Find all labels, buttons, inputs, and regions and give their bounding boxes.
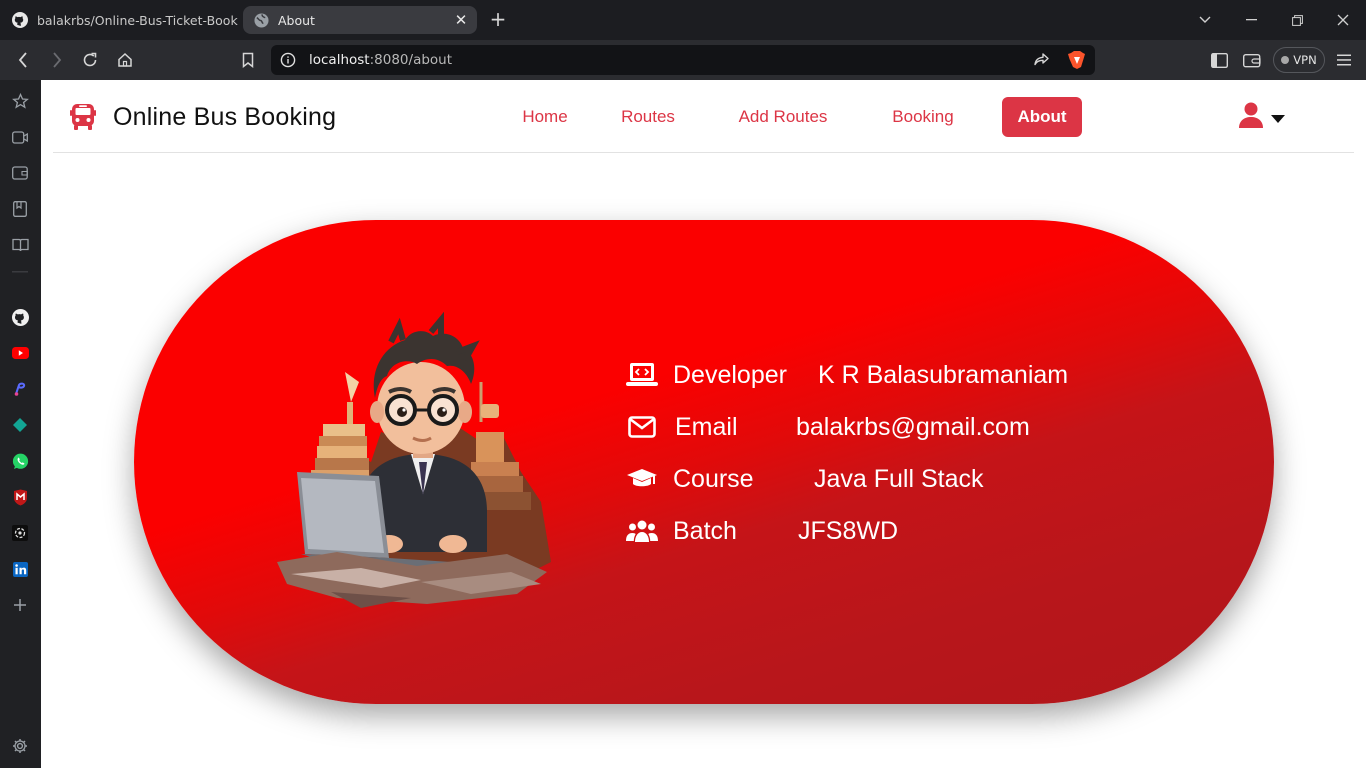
video-icon[interactable] (10, 127, 30, 147)
home-icon[interactable] (115, 50, 135, 70)
reader-icon[interactable] (10, 235, 30, 255)
wallet-icon[interactable] (1242, 50, 1262, 70)
about-card: Developer K R Balasubramaniam Email bala… (134, 220, 1274, 704)
settings-icon[interactable] (10, 736, 30, 756)
add-icon[interactable] (10, 595, 30, 615)
restore-icon[interactable] (1287, 10, 1307, 30)
mcafee-icon[interactable] (10, 487, 30, 507)
browser-tab-about[interactable]: About ✕ (243, 6, 477, 34)
info-row-email: Email balakrbs@gmail.com (626, 407, 1146, 447)
star-icon[interactable] (10, 91, 30, 111)
batch-label: Batch (673, 516, 737, 545)
address-path: :8080/about (369, 52, 453, 68)
site-header: Online Bus Booking Home Routes Add Route… (53, 80, 1354, 153)
user-menu-dropdown[interactable] (1239, 102, 1291, 132)
vpn-button[interactable]: VPN (1273, 47, 1325, 73)
address-host: localhost (309, 52, 370, 68)
nav-about[interactable]: About (1002, 97, 1082, 137)
info-row-developer: Developer K R Balasubramaniam (626, 355, 1146, 395)
sidebar-divider (10, 270, 30, 274)
brand[interactable]: Online Bus Booking (68, 101, 336, 133)
reload-icon[interactable] (80, 50, 100, 70)
laptop-code-icon (626, 359, 658, 391)
brave-shields-icon[interactable] (1067, 50, 1087, 70)
address-text: localhost:8080/about (309, 52, 452, 68)
bookmark-icon[interactable] (10, 199, 30, 219)
course-label: Course (673, 464, 754, 493)
forward-icon[interactable] (47, 50, 67, 70)
developer-value: K R Balasubramaniam (818, 360, 1069, 389)
address-bar[interactable]: localhost:8080/about (271, 45, 1095, 75)
linkedin-icon[interactable] (10, 559, 30, 579)
browser-tab-title: About (278, 12, 315, 28)
share-icon[interactable] (1031, 50, 1051, 70)
back-icon[interactable] (13, 50, 33, 70)
nav-booking[interactable]: Booking (874, 97, 972, 137)
diamond-icon[interactable] (10, 415, 30, 435)
bookmark-page-icon[interactable] (238, 50, 258, 70)
graduation-cap-icon (626, 463, 658, 495)
course-value: Java Full Stack (814, 464, 984, 493)
developer-label: Developer (673, 360, 787, 389)
site-info-icon[interactable] (279, 51, 297, 69)
caret-down-icon (1271, 108, 1285, 127)
email-label: Email (675, 412, 738, 441)
batch-value: JFS8WD (798, 516, 898, 545)
globe-icon (253, 12, 269, 28)
info-row-batch: Batch JFS8WD (626, 511, 1146, 551)
web-page: Online Bus Booking Home Routes Add Route… (41, 80, 1366, 768)
user-icon (1239, 102, 1263, 132)
brand-name: Online Bus Booking (113, 102, 337, 131)
envelope-icon (626, 411, 658, 443)
vpn-label: VPN (1293, 53, 1317, 67)
browser-tab-bar: balakrbs/Online-Bus-Ticket-Booking About… (0, 0, 1366, 40)
github-icon[interactable] (10, 307, 30, 327)
nav-routes[interactable]: Routes (602, 97, 694, 137)
bus-icon (68, 102, 98, 132)
youtube-icon[interactable] (10, 343, 30, 363)
users-icon (626, 515, 658, 547)
app-icon[interactable] (10, 379, 30, 399)
tab-search-chevron-icon[interactable] (1195, 10, 1215, 30)
wallet-icon[interactable] (10, 163, 30, 183)
github-icon (12, 12, 28, 28)
close-window-icon[interactable] (1333, 10, 1353, 30)
info-row-course: Course Java Full Stack (626, 459, 1146, 499)
nav-add-routes[interactable]: Add Routes (723, 97, 843, 137)
browser-sidebar (0, 80, 41, 768)
browser-tab-title: balakrbs/Online-Bus-Ticket-Booking (37, 12, 238, 28)
chatgpt-icon[interactable] (10, 523, 30, 543)
sidebar-toggle-icon[interactable] (1209, 50, 1229, 70)
vpn-status-icon (1281, 56, 1290, 64)
email-value: balakrbs@gmail.com (796, 412, 1030, 441)
close-tab-icon[interactable]: ✕ (453, 11, 469, 29)
menu-icon[interactable] (1334, 50, 1354, 70)
new-tab-icon[interactable]: + (488, 9, 508, 30)
browser-tab-github[interactable]: balakrbs/Online-Bus-Ticket-Booking (0, 0, 238, 40)
developer-avatar-illustration (271, 311, 571, 612)
whatsapp-icon[interactable] (10, 451, 30, 471)
minimize-icon[interactable] (1241, 10, 1261, 30)
nav-home[interactable]: Home (502, 97, 588, 137)
